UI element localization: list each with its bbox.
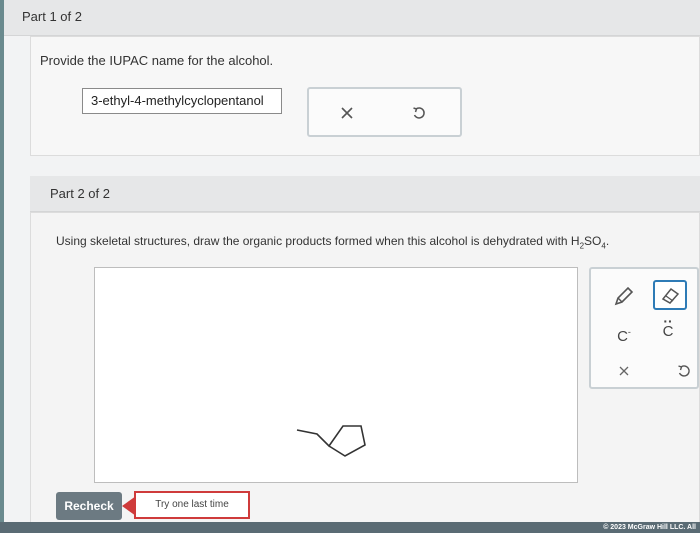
iupac-answer-field[interactable]: 3-ethyl-4-methylcyclopentanol bbox=[82, 88, 282, 114]
try-one-last-time-button[interactable]: Try one last time bbox=[134, 491, 250, 519]
eraser-tool[interactable] bbox=[653, 280, 687, 310]
part2-prompt: Using skeletal structures, draw the orga… bbox=[56, 234, 609, 250]
part2-title: Part 2 of 2 bbox=[50, 186, 110, 201]
drawing-tool-palette: C- ·· C bbox=[589, 267, 699, 389]
part1-action-panel bbox=[307, 87, 462, 137]
drawing-canvas[interactable] bbox=[94, 267, 578, 483]
part2-header: Part 2 of 2 bbox=[30, 176, 700, 212]
carbanion-label: C bbox=[617, 328, 628, 345]
prompt-end: . bbox=[605, 234, 610, 248]
copyright-text: © 2023 McGraw Hill LLC. All bbox=[603, 524, 696, 531]
eraser-icon bbox=[661, 287, 680, 304]
recheck-button[interactable]: Recheck bbox=[56, 492, 122, 520]
carbene-tool[interactable]: ·· C bbox=[655, 313, 681, 345]
left-edge-strip bbox=[0, 0, 4, 533]
clear-canvas-icon[interactable] bbox=[613, 360, 635, 382]
carbene-dots: ·· bbox=[663, 313, 673, 329]
pencil-tool[interactable] bbox=[611, 283, 637, 309]
part2-prompt-text: Using skeletal structures, draw the orga… bbox=[56, 234, 580, 248]
pencil-icon bbox=[614, 286, 634, 306]
undo-canvas-icon[interactable] bbox=[673, 360, 695, 382]
so-text: SO bbox=[584, 234, 602, 248]
cyclopentane-ring bbox=[296, 425, 366, 457]
part1-prompt: Provide the IUPAC name for the alcohol. bbox=[40, 53, 274, 68]
part1-header: Part 1 of 2 bbox=[4, 0, 700, 36]
carbanion-tool[interactable]: C- bbox=[611, 319, 637, 345]
undo-answer-icon[interactable] bbox=[407, 101, 431, 125]
clear-answer-icon[interactable] bbox=[335, 101, 359, 125]
iupac-answer-value: 3-ethyl-4-methylcyclopentanol bbox=[91, 93, 264, 108]
carbanion-charge: - bbox=[627, 327, 631, 337]
part1-title: Part 1 of 2 bbox=[22, 9, 82, 24]
skeletal-structure bbox=[296, 425, 366, 457]
